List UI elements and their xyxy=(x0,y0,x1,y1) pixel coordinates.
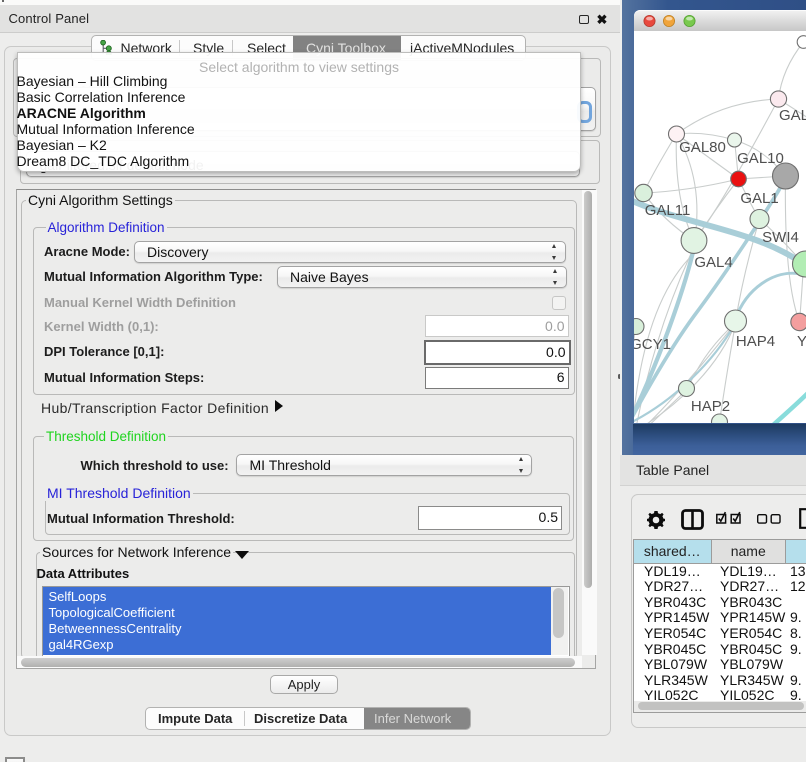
svg-text:HAP2: HAP2 xyxy=(690,398,729,415)
svg-text:SWI4: SWI4 xyxy=(762,229,799,246)
svg-text:GAL10: GAL10 xyxy=(737,150,784,167)
svg-text:GAL80: GAL80 xyxy=(679,139,726,156)
svg-text:GCY1: GCY1 xyxy=(634,336,671,353)
svg-text:YM: YM xyxy=(797,333,806,350)
svg-text:HAP4: HAP4 xyxy=(735,333,774,350)
svg-text:GAL4: GAL4 xyxy=(694,254,732,271)
svg-text:GAL1: GAL1 xyxy=(740,190,778,207)
svg-text:GAL11: GAL11 xyxy=(644,202,690,219)
svg-text:GAL7: GAL7 xyxy=(779,107,806,124)
